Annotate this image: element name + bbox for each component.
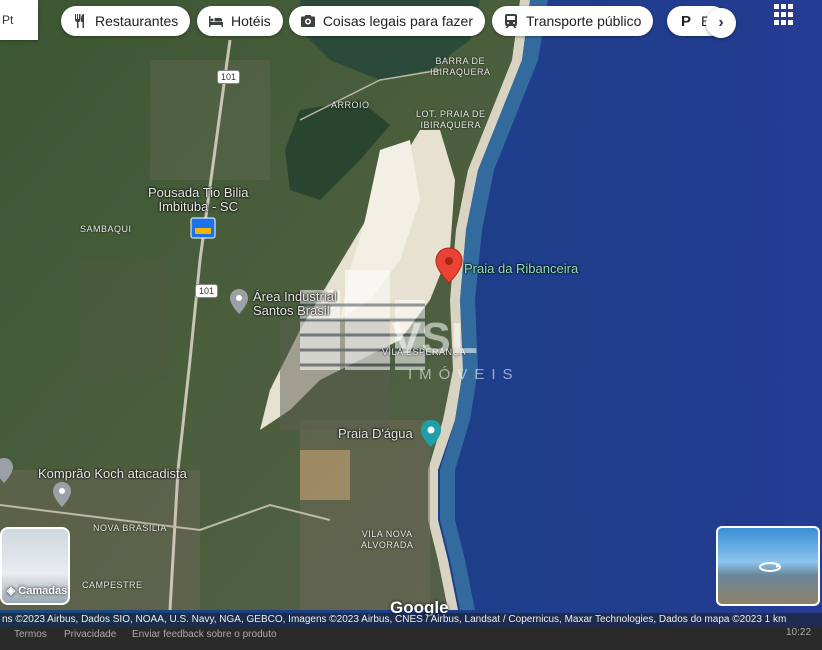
area-label-campestre: CAMPESTRE (82, 580, 143, 590)
watermark-brand: VSL (392, 314, 478, 363)
train-icon (502, 12, 520, 30)
fork-knife-icon (71, 12, 89, 30)
chip-label: Coisas legais para fazer (322, 13, 473, 29)
road-shield-br101: 101 (217, 70, 241, 84)
place-label-komprao[interactable]: Komprão Koch atacadista (38, 466, 187, 481)
chevron-right-icon: › (718, 14, 724, 31)
search-text: Pt (2, 13, 14, 27)
area-label-lot-praia: LOT. PRAIA DE IBIRAQUERA (416, 109, 486, 130)
search-box[interactable]: Pt (0, 0, 38, 40)
map-footer: Termos Privacidade Enviar feedback sobre… (0, 627, 822, 650)
place-label-area-industrial[interactable]: Área Industrial Santos Brasil (253, 290, 337, 318)
watermark-sub: IMÓVEIS (408, 366, 520, 383)
clock-time: 10:22 (786, 627, 812, 638)
feedback-link[interactable]: Enviar feedback sobre o produto (132, 629, 277, 640)
bed-icon (207, 12, 225, 30)
chip-restaurants[interactable]: Restaurantes (61, 6, 191, 36)
place-label-pousada[interactable]: Pousada Tio Bilia Imbituba - SC (148, 186, 248, 214)
terms-link[interactable]: Termos (14, 629, 47, 640)
chips-next-button[interactable]: › (706, 8, 736, 38)
chip-hotels[interactable]: Hotéis (197, 6, 283, 36)
chip-things-to-do[interactable]: Coisas legais para fazer (289, 6, 485, 36)
chip-label: Hotéis (231, 13, 271, 29)
parking-icon: P (680, 12, 691, 30)
camera-icon (299, 12, 317, 30)
street-view-thumbnail[interactable] (716, 526, 820, 606)
place-label-praia-ribanceira[interactable]: Praia da Ribanceira (464, 261, 578, 276)
area-label-nova-brasilia: NOVA BRASÍLIA (93, 523, 167, 533)
chip-label: Transporte público (526, 13, 642, 29)
rotate-360-icon (759, 562, 781, 572)
privacy-link[interactable]: Privacidade (64, 629, 116, 640)
place-label-praia-dagua[interactable]: Praia D'água (338, 426, 413, 441)
area-label-vila-nova: VILA NOVA ALVORADA (361, 529, 414, 550)
hotel-marker-icon[interactable] (190, 217, 216, 239)
layers-icon: ◈ (6, 585, 19, 597)
road-shield-br101: 101 (195, 284, 219, 298)
apps-grid-icon[interactable] (774, 4, 796, 26)
layers-button[interactable]: ◈ Camadas (0, 527, 70, 605)
area-label-barra: BARRA DE IBIRAQUERA (430, 56, 491, 77)
chip-transit[interactable]: Transporte público (492, 6, 654, 36)
map-attribution: ns ©2023 Airbus, Dados SIO, NOAA, U.S. N… (0, 613, 822, 627)
layers-label: Camadas (18, 585, 68, 597)
area-label-arroio: ARROIO (331, 100, 370, 110)
area-label-sambaqui: SAMBAQUI (80, 224, 132, 234)
chip-label: Restaurantes (95, 13, 179, 29)
